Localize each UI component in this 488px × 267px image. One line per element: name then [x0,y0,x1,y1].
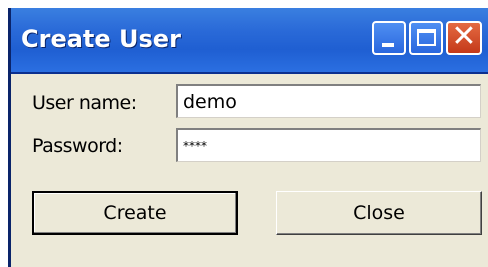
maximize-button[interactable] [409,21,443,55]
title-bar[interactable]: Create User ✕ [11,8,488,74]
create-user-dialog: Create User ✕ User name: Password: Creat… [8,8,488,267]
close-window-button[interactable]: ✕ [446,19,482,55]
username-label: User name: [32,92,137,114]
close-button[interactable]: Close [276,191,482,235]
password-label: Password: [32,135,123,157]
username-input[interactable] [176,84,481,118]
create-button[interactable]: Create [32,191,238,235]
password-input[interactable] [176,128,481,162]
window-title: Create User [21,25,181,53]
minimize-button[interactable] [372,21,406,55]
maximize-icon [417,29,436,46]
close-icon: ✕ [451,19,477,54]
minimize-icon [382,43,394,47]
